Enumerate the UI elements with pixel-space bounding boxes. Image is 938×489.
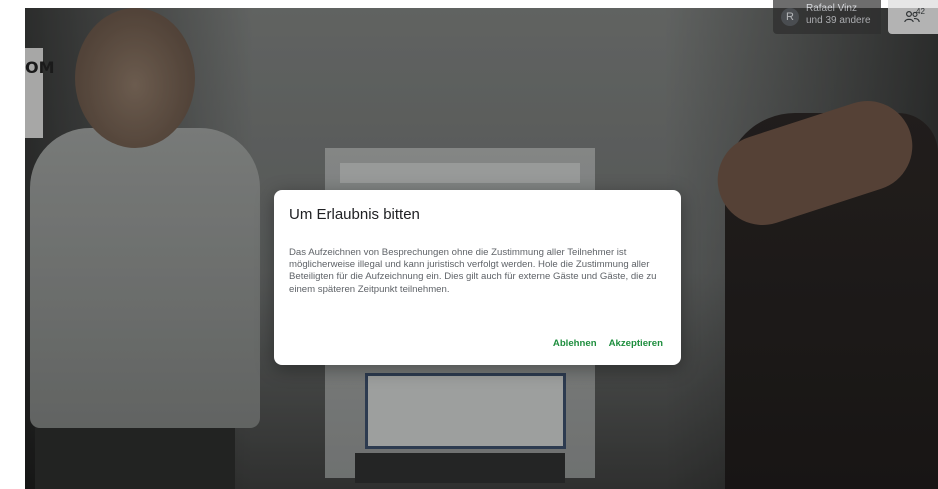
permission-dialog: Um Erlaubnis bitten Das Aufzeichnen von … [274,190,681,365]
accept-button[interactable]: Akzeptieren [609,338,663,349]
decline-button[interactable]: Ablehnen [553,338,597,349]
dialog-actions: Ablehnen Akzeptieren [553,338,663,349]
dialog-title: Um Erlaubnis bitten [289,206,420,223]
dialog-body: Das Aufzeichnen von Besprechungen ohne d… [289,247,657,295]
